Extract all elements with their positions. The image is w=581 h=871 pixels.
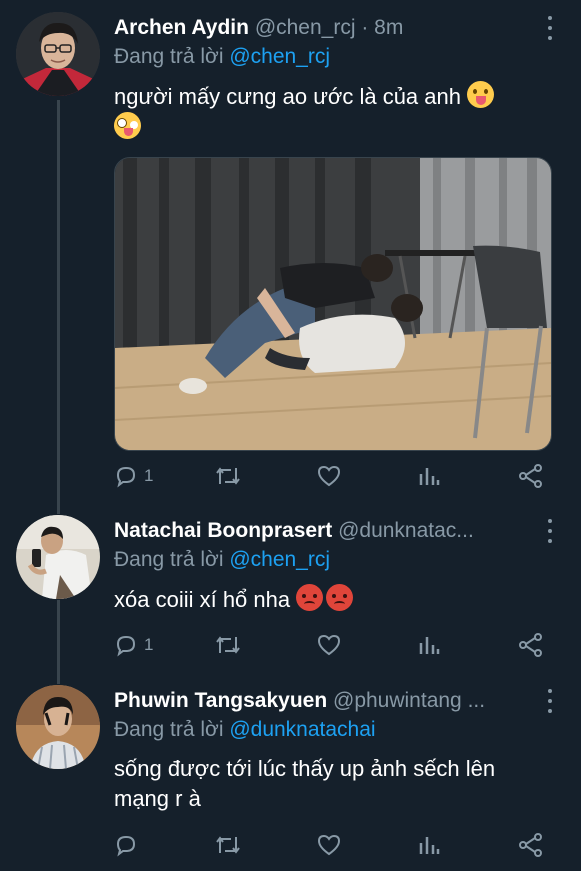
tweet-actions xyxy=(114,831,544,859)
reply-button[interactable]: 1 xyxy=(114,462,153,490)
reply-context: Đang trả lời @chen_rcj xyxy=(114,43,330,71)
analytics-icon xyxy=(419,468,440,485)
angry-face-emoji xyxy=(326,584,354,611)
face-with-tongue-emoji xyxy=(467,81,495,108)
retweet-button[interactable] xyxy=(214,831,242,859)
more-options-icon[interactable] xyxy=(541,689,559,713)
avatar[interactable] xyxy=(16,12,100,96)
share-button[interactable] xyxy=(518,462,544,490)
heart-icon xyxy=(317,465,341,487)
analytics-icon xyxy=(419,837,440,854)
username-handle[interactable]: @chen_rcj xyxy=(255,16,356,39)
analytics-button[interactable] xyxy=(418,462,440,490)
share-icon xyxy=(519,633,542,657)
tweet-natachai[interactable]: Natachai Boonprasert @dunknatac... Đang … xyxy=(0,503,581,673)
reply-button[interactable] xyxy=(114,831,138,859)
reply-prefix: Đang trả lời xyxy=(114,548,224,571)
username-handle[interactable]: @phuwintang ... xyxy=(333,689,485,712)
angry-face-emoji xyxy=(296,584,324,611)
more-options-icon[interactable] xyxy=(541,519,559,543)
reply-prefix: Đang trả lời xyxy=(114,45,224,68)
avatar[interactable] xyxy=(16,685,100,769)
retweet-button[interactable] xyxy=(214,631,242,659)
display-name[interactable]: Archen Aydin xyxy=(114,16,249,39)
share-button[interactable] xyxy=(518,831,544,859)
reply-icon xyxy=(116,466,136,488)
reply-button[interactable]: 1 xyxy=(114,631,153,659)
tweet-header: Natachai Boonprasert @dunknatac... xyxy=(114,517,535,545)
like-button[interactable] xyxy=(316,631,342,659)
tweet-header: Archen Aydin @chen_rcj · 8m xyxy=(114,14,535,42)
tweet-text-line-2: mạng r à xyxy=(114,786,201,811)
reply-mention-link[interactable]: @chen_rcj xyxy=(229,548,330,571)
share-button[interactable] xyxy=(518,631,544,659)
display-name[interactable]: Natachai Boonprasert xyxy=(114,519,332,542)
tweet-phuwin[interactable]: Phuwin Tangsakyuen @phuwintang ... Đang … xyxy=(0,673,581,871)
analytics-button[interactable] xyxy=(418,631,440,659)
tweet-text: sống được tới lúc thấy up ảnh sếch lên m… xyxy=(114,754,551,814)
reply-mention-link[interactable]: @dunknatachai xyxy=(229,718,375,741)
share-icon xyxy=(519,833,542,857)
reply-mention-link[interactable]: @chen_rcj xyxy=(229,45,330,68)
timestamp[interactable]: · 8m xyxy=(361,16,403,39)
tweet-actions: 1 xyxy=(114,631,544,659)
like-button[interactable] xyxy=(316,831,342,859)
tweet-text-body: xóa coiii xí hổ nha xyxy=(114,587,291,612)
retweet-icon xyxy=(216,467,240,485)
username-handle[interactable]: @dunknatac... xyxy=(338,519,474,542)
avatar[interactable] xyxy=(16,515,100,599)
reply-icon xyxy=(116,835,136,857)
reply-context: Đang trả lời @dunknatachai xyxy=(114,716,376,744)
retweet-icon xyxy=(216,636,240,654)
retweet-icon xyxy=(216,836,240,854)
reply-icon xyxy=(116,635,136,657)
tweet-archen[interactable]: Archen Aydin @chen_rcj · 8m Đang trả lời… xyxy=(0,0,581,510)
reply-context: Đang trả lời @chen_rcj xyxy=(114,546,330,574)
heart-icon xyxy=(317,834,341,856)
reply-prefix: Đang trả lời xyxy=(114,718,224,741)
reply-count: 1 xyxy=(144,635,154,654)
heart-icon xyxy=(317,634,341,656)
analytics-button[interactable] xyxy=(418,831,440,859)
more-options-icon[interactable] xyxy=(541,16,559,40)
display-name[interactable]: Phuwin Tangsakyuen xyxy=(114,689,327,712)
analytics-icon xyxy=(419,637,440,654)
retweet-button[interactable] xyxy=(214,462,242,490)
tweet-text: người mấy cưng ao ước là của anh xyxy=(114,81,551,143)
tweet-actions: 1 xyxy=(114,462,544,490)
tweet-photo[interactable] xyxy=(114,157,552,451)
reply-count: 1 xyxy=(144,466,154,485)
share-icon xyxy=(519,464,542,488)
tweet-text-line-1: sống được tới lúc thấy up ảnh sếch lên xyxy=(114,756,496,781)
tweet-text-body: người mấy cưng ao ước là của anh xyxy=(114,84,461,109)
tweet-header: Phuwin Tangsakyuen @phuwintang ... xyxy=(114,687,535,715)
like-button[interactable] xyxy=(316,462,342,490)
tweet-text: xóa coiii xí hổ nha xyxy=(114,584,551,615)
zany-face-emoji xyxy=(114,112,141,139)
